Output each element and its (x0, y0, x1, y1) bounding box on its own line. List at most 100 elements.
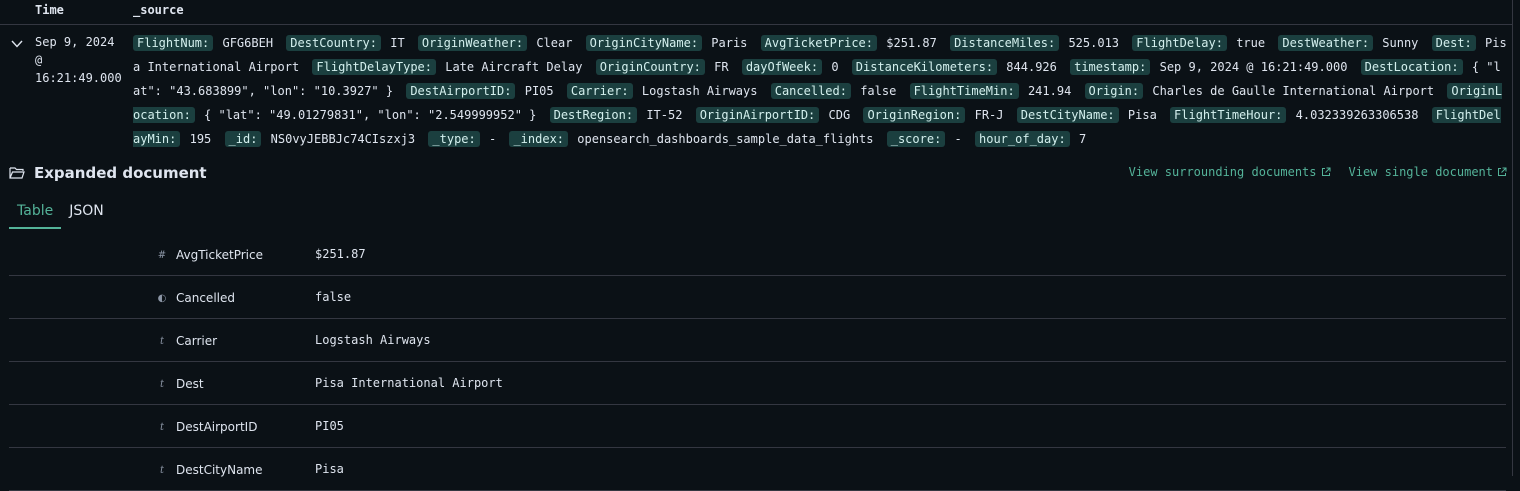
source-column-header[interactable]: _source (133, 3, 184, 17)
table-row: t DestCityName Pisa (9, 448, 1506, 491)
source-field-key: DestAirportID: (406, 83, 516, 99)
source-field-key: OriginRegion: (863, 107, 966, 123)
number-type-icon: # (157, 250, 167, 261)
source-cell: FlightNum: GFG6BEH DestCountry: IT Origi… (133, 31, 1507, 153)
view-surrounding-documents-link[interactable]: View surrounding documents (1129, 165, 1331, 179)
source-field-key: DestCountry: (286, 35, 381, 51)
field-value: false (315, 290, 352, 304)
table-row: t DestAirportID PI05 (9, 405, 1506, 448)
tab-table[interactable]: Table (9, 200, 62, 229)
field-value: PI05 (315, 419, 344, 433)
collapse-row-button[interactable] (10, 37, 24, 51)
source-field-value: - (954, 132, 962, 146)
source-field-key: _id: (224, 131, 262, 147)
source-field-value: 241.94 (1027, 84, 1072, 98)
source-field-value: 0 (831, 60, 839, 74)
source-field-value: Paris (711, 36, 748, 50)
table-row: # AvgTicketPrice $251.87 (9, 233, 1506, 276)
source-field-value: GFG6BEH (222, 36, 274, 50)
source-field-key: OriginWeather: (417, 35, 528, 51)
source-field-value: { "lat": "49.01279831", "lon": "2.549999… (204, 108, 537, 122)
boolean-type-icon: ◐ (157, 293, 167, 304)
expanded-document-heading: Expanded document (9, 163, 207, 183)
source-field-value: IT (390, 36, 405, 50)
view-single-label: View single document (1348, 165, 1494, 179)
source-field-value: FR-J (974, 108, 1004, 122)
document-links: View surrounding documents View single d… (1129, 165, 1507, 179)
time-column-header[interactable]: Time (35, 3, 64, 17)
source-field-value: Charles de Gaulle International Airport (1152, 84, 1435, 98)
source-field-key: _score: (886, 131, 946, 147)
source-field-key: OriginCountry: (595, 59, 705, 75)
source-field-key: Origin: (1084, 83, 1144, 99)
field-name: DestCityName (176, 463, 263, 477)
source-field-key: DestWeather: (1278, 35, 1374, 51)
view-single-document-link[interactable]: View single document (1349, 165, 1508, 179)
time-at: @ (35, 53, 43, 67)
source-field-key: FlightDelay: (1132, 35, 1227, 51)
external-link-icon (1498, 167, 1507, 176)
source-field-value: 7 (1078, 132, 1087, 146)
document-view-tabs: Table JSON (9, 200, 112, 229)
field-value: $251.87 (315, 247, 366, 261)
source-field-key: _index: (509, 131, 569, 147)
source-field-value: 195 (189, 132, 212, 146)
source-field-value: Clear (536, 36, 573, 50)
time-clock: 16:21:49.000 (35, 71, 122, 85)
source-field-key: FlightNum: (133, 35, 214, 51)
table-row: t Dest Pisa International Airport (9, 362, 1506, 405)
table-row: ◐ Cancelled false (9, 276, 1506, 319)
source-field-key: Cancelled: (770, 83, 851, 99)
source-field-value: 844.926 (1006, 60, 1057, 74)
field-value: Pisa (315, 462, 344, 476)
source-field-value: true (1236, 36, 1266, 50)
source-field-key: AvgTicketPrice: (760, 35, 878, 51)
source-field-key: hour_of_day: (975, 131, 1070, 147)
source-field-key: FlightDelayType: (312, 59, 436, 75)
source-field-key: DistanceMiles: (950, 35, 1060, 51)
panel-divider (1512, 0, 1513, 476)
source-field-key: DistanceKilometers: (851, 59, 998, 75)
source-field-value: opensearch_dashboards_sample_data_flight… (577, 132, 874, 146)
view-surrounding-label: View surrounding documents (1128, 165, 1317, 179)
source-field-value: Pisa (1127, 108, 1157, 122)
source-field-value: $251.87 (886, 36, 937, 50)
field-name: DestAirportID (176, 420, 258, 434)
source-field-key: FlightTimeHour: (1170, 107, 1287, 123)
external-link-icon (1321, 167, 1330, 176)
string-type-icon: t (159, 336, 165, 347)
expanded-document-title: Expanded document (34, 164, 207, 182)
source-field-value: Logstash Airways (641, 84, 758, 98)
source-field-key: _type: (428, 131, 480, 147)
field-value: Logstash Airways (315, 333, 431, 347)
table-header-row: Time _source (0, 0, 1512, 25)
source-field-value: NS0vyJEBBJc74CIszxj3 (270, 132, 416, 146)
string-type-icon: t (159, 379, 165, 390)
source-field-key: FlightTimeMin: (909, 83, 1019, 99)
time-cell: Sep 9, 2024 @ 16:21:49.000 (35, 33, 130, 87)
chevron-down-icon (11, 40, 23, 48)
tab-json[interactable]: JSON (61, 200, 112, 229)
field-name: Cancelled (176, 291, 235, 305)
source-field-key: Dest: (1431, 35, 1476, 51)
source-field-value: Sep 9, 2024 @ 16:21:49.000 (1159, 60, 1348, 74)
source-field-key: OriginAirportID: (695, 107, 820, 123)
source-field-value: false (860, 84, 897, 98)
source-field-key: DestRegion: (549, 107, 638, 123)
time-date: Sep 9, 2024 (35, 35, 115, 49)
source-field-key: OriginCityName: (585, 35, 703, 51)
source-field-key: DestLocation: (1360, 59, 1463, 75)
field-name: AvgTicketPrice (176, 248, 263, 262)
source-field-key: DestCityName: (1016, 107, 1119, 123)
source-field-key: Carrier: (566, 83, 633, 99)
source-field-value: - (488, 132, 497, 146)
string-type-icon: t (159, 465, 165, 476)
field-name: Dest (176, 377, 204, 391)
source-field-key: dayOfWeek: (741, 59, 823, 75)
source-field-value: IT-52 (646, 108, 683, 122)
source-field-key: timestamp: (1070, 59, 1151, 75)
field-name: Carrier (176, 334, 218, 348)
source-field-value: Sunny (1382, 36, 1419, 50)
source-field-value: PI05 (524, 84, 554, 98)
source-field-value: 4.032339263306538 (1295, 108, 1419, 122)
